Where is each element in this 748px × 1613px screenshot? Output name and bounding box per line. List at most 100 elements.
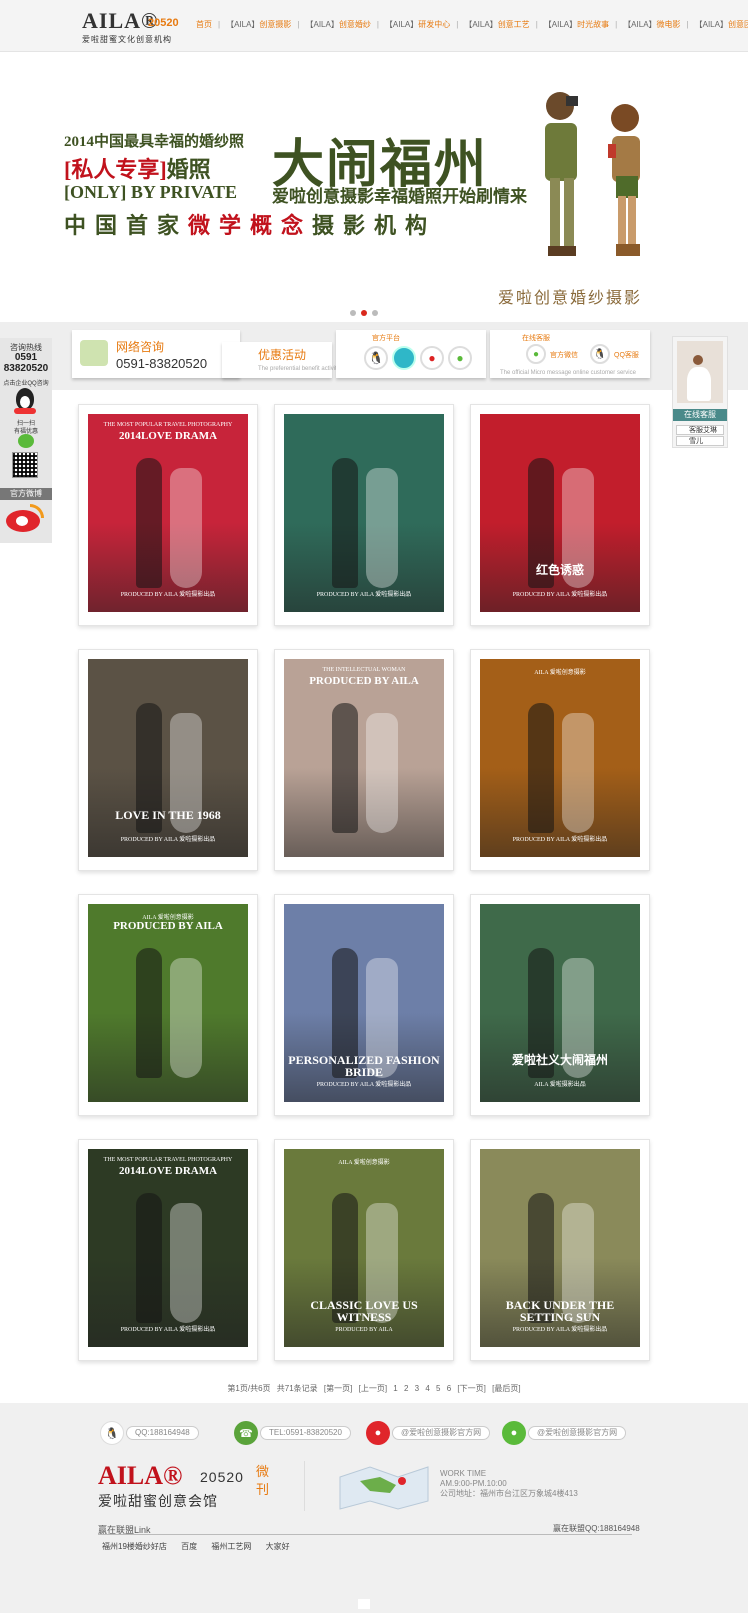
nav-item-prefix: 【AILA】 bbox=[464, 20, 498, 29]
site-logo[interactable]: AILA® 20520 爱啦甜蜜文化创意机构 bbox=[82, 8, 182, 44]
service-agent-2[interactable]: 雪儿 bbox=[676, 436, 724, 446]
banner-couple-illustration bbox=[545, 92, 640, 256]
weibo-icon[interactable] bbox=[6, 504, 46, 534]
nav-item-prefix: 【AILA】 bbox=[384, 20, 419, 29]
gallery-photo: PRODUCED BY AILA 爱啦摄影出品 bbox=[284, 414, 444, 612]
nav-item-prefix: 【AILA】 bbox=[305, 20, 339, 29]
promo-card[interactable]: 优惠活动 The preferential benefit activity bbox=[222, 342, 340, 378]
footer-marker bbox=[358, 1599, 370, 1609]
gallery-card[interactable]: THE INTELLECTUAL WOMAN PRODUCED BY AILA bbox=[274, 649, 454, 871]
nav-item[interactable]: 【AILA】时光故事 bbox=[544, 19, 609, 30]
online-service-label: 在线客服 bbox=[522, 335, 550, 342]
footer-weikan-link[interactable]: 微刊 bbox=[256, 1463, 272, 1499]
footer-qq[interactable]: 🐧 QQ:188164948 bbox=[100, 1421, 199, 1445]
poster-title: PRODUCED BY AILA bbox=[309, 675, 419, 687]
nav-item-label: 研发中心 bbox=[418, 20, 451, 29]
bride-figure bbox=[366, 713, 398, 833]
footer-wechat[interactable]: ● @爱啦创意摄影官方网 bbox=[502, 1421, 627, 1445]
qq-icon[interactable]: 🐧 bbox=[364, 346, 388, 370]
last-page-link[interactable]: [最后页] bbox=[492, 1384, 520, 1393]
nav-separator: | bbox=[376, 20, 379, 29]
first-page-link[interactable]: [第一页] bbox=[324, 1384, 352, 1393]
poster-producer: PRODUCED BY AILA 爱啦摄影出品 bbox=[120, 592, 216, 598]
nav-separator: | bbox=[686, 20, 689, 29]
friend-link[interactable]: 百度 bbox=[181, 1542, 197, 1551]
gallery-card[interactable]: AILA 爱啦创意摄影 PRODUCED BY AILA bbox=[78, 894, 258, 1116]
gallery-card[interactable]: LOVE IN THE 1968 PRODUCED BY AILA 爱啦摄影出品 bbox=[78, 649, 258, 871]
platform-card: 官方平台 🐧 ● ● bbox=[336, 330, 486, 378]
page-link[interactable]: 5 bbox=[436, 1384, 440, 1393]
gallery-photo: PERSONALIZED FASHION BRIDE PRODUCED BY AI… bbox=[284, 904, 444, 1102]
gallery-photo: THE MOST POPULAR TRAVEL PHOTOGRAPHY 2014L… bbox=[88, 414, 248, 612]
friend-link[interactable]: 福州19楼婚纱好店 bbox=[102, 1542, 167, 1551]
wechat-service-icon[interactable]: ● bbox=[526, 344, 546, 364]
nav-item[interactable]: 【AILA】创意摄影 bbox=[226, 19, 291, 30]
qq-service-icon[interactable]: 🐧 bbox=[590, 344, 610, 364]
promo-title: 优惠活动 bbox=[258, 348, 307, 362]
gallery-card[interactable]: 爱啦社义大闹福州 AILA 爱啦摄影出品 bbox=[470, 894, 650, 1116]
hero-banner[interactable]: 2014中国最具幸福的婚纱照 [私人专享]婚照 [ONLY] BY PRIVAT… bbox=[0, 52, 748, 332]
nav-item[interactable]: 【AILA】创意工艺 bbox=[464, 19, 529, 30]
carousel-dots bbox=[350, 310, 378, 316]
work-time-title: WORK TIME bbox=[440, 1469, 487, 1478]
next-page-link[interactable]: [下一页] bbox=[457, 1384, 485, 1393]
footer-rule bbox=[98, 1534, 632, 1535]
bride-figure bbox=[366, 468, 398, 588]
tencent-weibo-icon[interactable] bbox=[392, 346, 416, 370]
friend-link[interactable]: 大家好 bbox=[266, 1542, 290, 1551]
gallery-card[interactable]: PRODUCED BY AILA 爱啦摄影出品 bbox=[274, 404, 454, 626]
footer-divider bbox=[304, 1461, 305, 1511]
hotline-number-2: 83820520 bbox=[3, 363, 49, 374]
page-link[interactable]: 4 bbox=[425, 1384, 429, 1393]
footer-weibo[interactable]: ● @爱啦创意摄影官方网 bbox=[366, 1421, 491, 1445]
prev-page-link[interactable]: [上一页] bbox=[359, 1384, 387, 1393]
bride-figure bbox=[562, 713, 594, 833]
page-link[interactable]: 3 bbox=[415, 1384, 419, 1393]
page-link[interactable]: 1 bbox=[393, 1384, 397, 1393]
friend-link[interactable]: 福州工艺网 bbox=[211, 1542, 251, 1551]
service-bar: 网络咨询 0591-83820520 优惠活动 The preferential… bbox=[0, 322, 748, 390]
bride-figure bbox=[170, 468, 202, 588]
nav-item[interactable]: 【AILA】创意团队 bbox=[695, 19, 748, 30]
poster-caption: 爱啦社义大闹福州 bbox=[511, 1053, 608, 1067]
weibo-icon[interactable]: ● bbox=[420, 346, 444, 370]
poster-top-text: THE MOST POPULAR TRAVEL PHOTOGRAPHY bbox=[103, 1157, 233, 1163]
carousel-dot[interactable] bbox=[372, 310, 378, 316]
gallery-card[interactable]: AILA 爱啦创意摄影 PRODUCED BY AILA 爱啦摄影出品 bbox=[470, 649, 650, 871]
nav-item-prefix: 【AILA】 bbox=[623, 20, 657, 29]
service-agent-1[interactable]: 客服艾琳 bbox=[676, 425, 724, 435]
gallery-card[interactable]: PERSONALIZED FASHION BRIDE PRODUCED BY AI… bbox=[274, 894, 454, 1116]
page-link[interactable]: 6 bbox=[447, 1384, 451, 1393]
banner-line-1: 2014中国最具幸福的婚纱照 bbox=[64, 134, 245, 150]
gallery-card[interactable]: THE MOST POPULAR TRAVEL PHOTOGRAPHY 2014L… bbox=[78, 404, 258, 626]
nav-item-label: 创意工艺 bbox=[497, 20, 530, 29]
right-float-panel: 在线客服 客服艾琳 雪儿 bbox=[672, 336, 728, 448]
gallery-card[interactable]: THE MOST POPULAR TRAVEL PHOTOGRAPHY 2014L… bbox=[78, 1139, 258, 1361]
nav-item[interactable]: 首页 bbox=[196, 19, 212, 30]
qq-penguin-icon[interactable] bbox=[12, 388, 38, 416]
gallery-photo: AILA 爱啦创意摄影 CLASSIC LOVE US WITNESS PRODUC… bbox=[284, 1149, 444, 1347]
page-link[interactable]: 2 bbox=[404, 1384, 408, 1393]
carousel-dot-active[interactable] bbox=[361, 310, 367, 316]
gallery-card[interactable]: BACK UNDER THE SETTING SUN PRODUCED BY AI… bbox=[470, 1139, 650, 1361]
nav-item-prefix: 【AILA】 bbox=[694, 20, 728, 29]
carousel-dot[interactable] bbox=[350, 310, 356, 316]
wechat-icon[interactable]: ● bbox=[448, 346, 472, 370]
online-service-subtitle: The official Micro message online custom… bbox=[500, 370, 636, 376]
nav-item[interactable]: 【AILA】研发中心 bbox=[385, 19, 450, 30]
poster-top-text: AILA 爱啦创意摄影 bbox=[338, 1160, 390, 1166]
gallery-card[interactable]: 红色诱惑 PRODUCED BY AILA 爱啦摄影出品 bbox=[470, 404, 650, 626]
wechat-service-label: 官方微信 bbox=[550, 352, 578, 359]
nav-item[interactable]: 【AILA】创意婚纱 bbox=[306, 19, 371, 30]
wechat-icon[interactable] bbox=[18, 434, 34, 448]
gallery-card[interactable]: AILA 爱啦创意摄影 CLASSIC LOVE US WITNESS PRODUC… bbox=[274, 1139, 454, 1361]
consult-card[interactable]: 网络咨询 0591-83820520 bbox=[72, 330, 240, 378]
online-service-card[interactable]: 在线客服 ● 官方微信 🐧 QQ客服 The official Micro me… bbox=[490, 330, 650, 378]
footer-tel[interactable]: ☎ TEL:0591-83820520 bbox=[234, 1421, 351, 1445]
poster-producer: PRODUCED BY AILA 爱啦摄影出品 bbox=[316, 592, 412, 598]
work-time-hours: AM.9:00-PM.10:00 bbox=[440, 1479, 507, 1488]
poster-producer: AILA 爱啦摄影出品 bbox=[534, 1082, 586, 1088]
online-service-header: 在线客服 bbox=[673, 409, 727, 421]
nav-item[interactable]: 【AILA】微电影 bbox=[623, 19, 680, 30]
banner-line-4-b: 微学概念 bbox=[188, 213, 313, 238]
